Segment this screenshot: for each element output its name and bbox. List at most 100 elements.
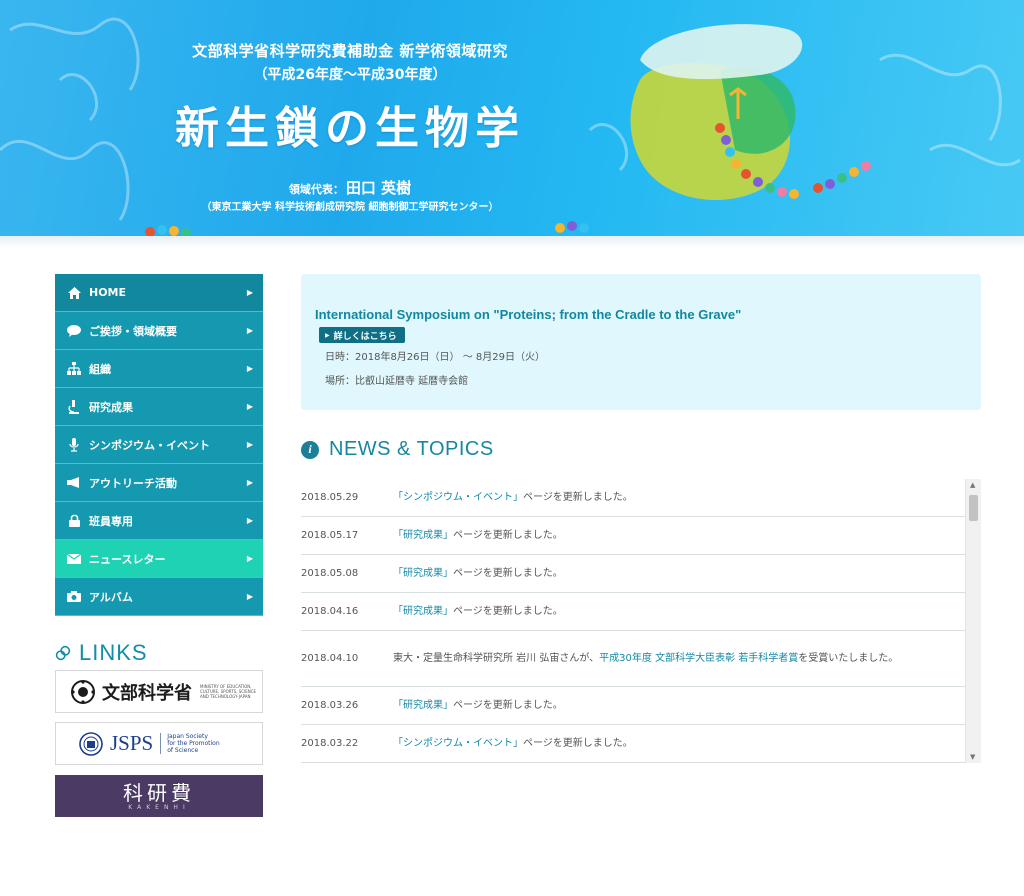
menu-item-outreach[interactable]: アウトリーチ活動 ▶ (55, 464, 263, 502)
news-link[interactable]: 平成30年度 文部科学大臣表彰 若手科学者賞 (599, 653, 798, 664)
news-text: 「シンポジウム・イベント」ページを更新しました。 (393, 490, 965, 505)
jsps-subtitle-line: for the Promotion (167, 740, 220, 747)
scroll-thumb[interactable] (969, 495, 978, 521)
news-text-post: ページを更新しました。 (523, 492, 633, 503)
jsps-subtitle: Japan Society for the Promotion of Scien… (160, 733, 220, 754)
symposium-title[interactable]: International Symposium on "Proteins; fr… (315, 307, 741, 322)
news-link[interactable]: 「研究成果」 (393, 700, 453, 711)
chevron-right-icon: ▶ (246, 326, 253, 335)
news-row: 2018.03.22 「シンポジウム・イベント」ページを更新しました。 (301, 725, 965, 763)
symposium-announcement: International Symposium on "Proteins; fr… (301, 274, 981, 410)
links-heading-text: LINKS (79, 640, 148, 665)
news-text: 「研究成果」ページを更新しました。 (393, 566, 965, 581)
news-date: 2018.04.16 (301, 606, 359, 617)
news-text: 東大・定量生命科学研究所 岩川 弘宙さんが、平成30年度 文部科学大臣表彰 若手… (393, 651, 965, 666)
header-banner: 文部科学省科学研究費補助金 新学術領域研究 （平成26年度〜平成30年度） 新生… (0, 0, 1024, 236)
kakenhi-name: 科研費 (123, 780, 195, 805)
chain-link-icon (50, 640, 75, 665)
news-link[interactable]: 「シンポジウム・イベント」 (393, 492, 523, 503)
menu-item-greeting[interactable]: ご挨拶・領域概要 ▶ (55, 312, 263, 350)
kakenhi-link-banner[interactable]: 科研費 KAKENHI (55, 775, 263, 817)
org-chart-icon (65, 362, 83, 375)
jsps-name: JSPS (110, 731, 154, 755)
chevron-right-icon: ▶ (246, 554, 253, 563)
menu-label: 班員専用 (89, 514, 133, 528)
news-date: 2018.05.17 (301, 530, 359, 541)
chevron-right-icon: ▶ (246, 516, 253, 525)
mext-subtitle: MINISTRY OF EDUCATION, CULTURE, SPORTS, … (200, 684, 257, 699)
news-link[interactable]: 「研究成果」 (393, 530, 453, 541)
news-link[interactable]: 「研究成果」 (393, 606, 453, 617)
mext-link-banner[interactable]: 文部科学省 MINISTRY OF EDUCATION, CULTURE, SP… (55, 670, 263, 713)
grant-period: （平成26年度〜平成30年度） (253, 67, 447, 83)
mext-name: 文部科学省 (102, 682, 192, 704)
menu-item-members-only[interactable]: 班員専用 ▶ (55, 502, 263, 540)
site-title[interactable]: 新生鎖の生物学 (160, 92, 540, 156)
lock-icon (65, 514, 83, 527)
menu-label: ニュースレター (89, 552, 166, 566)
menu-label: 研究成果 (89, 400, 133, 414)
news-text: 「研究成果」ページを更新しました。 (393, 604, 965, 619)
menu-item-album[interactable]: アルバム ▶ (55, 578, 263, 616)
jsps-logo-icon (79, 731, 103, 756)
news-date: 2018.03.22 (301, 738, 359, 749)
jsps-subtitle-line: of Science (167, 747, 199, 754)
chevron-right-icon: ▶ (246, 478, 253, 487)
news-row: 2018.05.17 「研究成果」ページを更新しました。 (301, 517, 965, 555)
news-text-post: ページを更新しました。 (453, 568, 563, 579)
play-arrow-icon: ▶ (325, 331, 330, 339)
menu-item-symposium[interactable]: シンポジウム・イベント ▶ (55, 426, 263, 464)
news-heading: i NEWS & TOPICS (301, 438, 494, 461)
kakenhi-subtitle: KAKENHI (128, 803, 190, 811)
menu-label: ご挨拶・領域概要 (89, 324, 177, 338)
megaphone-icon (65, 477, 83, 488)
news-text-post: を受賞いたしました。 (798, 653, 899, 664)
menu-label: アウトリーチ活動 (89, 476, 177, 490)
news-text-post: ページを更新しました。 (523, 738, 633, 749)
area-leader-name: 田口 英樹 (345, 179, 412, 197)
news-list[interactable]: 2018.05.29 「シンポジウム・イベント」ページを更新しました。 2018… (301, 479, 965, 763)
menu-item-home[interactable]: HOME ▶ (55, 274, 263, 312)
symposium-date: 日時：2018年8月26日（日） 〜 8月29日（火） (325, 352, 545, 363)
news-text-post: ページを更新しました。 (453, 530, 563, 541)
jsps-subtitle-line: Japan Society (167, 733, 208, 740)
camera-icon (65, 591, 83, 602)
jsps-link-banner[interactable]: JSPS Japan Society for the Promotion of … (55, 722, 263, 765)
side-menu: HOME ▶ ご挨拶・領域概要 ▶ 組織 ▶ 研究成果 ▶ シンポジウム・イベン… (55, 274, 263, 616)
chevron-right-icon: ▶ (246, 592, 253, 601)
microscope-icon (65, 399, 83, 414)
news-row: 2018.04.16 「研究成果」ページを更新しました。 (301, 593, 965, 631)
menu-item-research-results[interactable]: 研究成果 ▶ (55, 388, 263, 426)
menu-label: アルバム (89, 590, 133, 604)
menu-label: シンポジウム・イベント (89, 438, 210, 452)
scroll-up-arrow-icon[interactable]: ▲ (970, 481, 975, 489)
scroll-down-arrow-icon[interactable]: ▼ (970, 753, 975, 761)
menu-label: 組織 (89, 362, 111, 376)
chevron-right-icon: ▶ (246, 440, 253, 449)
news-row: 2018.04.10 東大・定量生命科学研究所 岩川 弘宙さんが、平成30年度 … (301, 631, 965, 687)
info-icon: i (301, 440, 319, 459)
microphone-icon (65, 437, 83, 452)
mail-icon (65, 553, 83, 564)
details-button[interactable]: ▶ 詳しくはこちら (319, 327, 405, 343)
news-link[interactable]: 「シンポジウム・イベント」 (393, 738, 523, 749)
news-text-post: ページを更新しました。 (453, 606, 563, 617)
news-text-post: ページを更新しました。 (453, 700, 563, 711)
news-date: 2018.05.29 (301, 492, 359, 503)
speech-bubble-icon (65, 324, 83, 337)
menu-item-newsletter[interactable]: ニュースレター ▶ (55, 540, 263, 578)
details-button-label: 詳しくはこちら (333, 331, 397, 342)
news-text: 「シンポジウム・イベント」ページを更新しました。 (393, 736, 965, 751)
home-icon (65, 286, 83, 299)
links-heading: LINKS (55, 640, 148, 666)
news-row: 2018.05.08 「研究成果」ページを更新しました。 (301, 555, 965, 593)
news-date: 2018.03.26 (301, 700, 359, 711)
chevron-right-icon: ▶ (246, 288, 253, 297)
banner-shadow (0, 236, 1024, 248)
menu-item-organization[interactable]: 組織 ▶ (55, 350, 263, 388)
news-scrollbar[interactable]: ▲ ▼ (965, 479, 981, 763)
area-leader-label: 領域代表： (288, 183, 344, 196)
news-link[interactable]: 「研究成果」 (393, 568, 453, 579)
news-text-pre: 東大・定量生命科学研究所 岩川 弘宙さんが、 (393, 653, 600, 664)
chevron-right-icon: ▶ (246, 364, 253, 373)
